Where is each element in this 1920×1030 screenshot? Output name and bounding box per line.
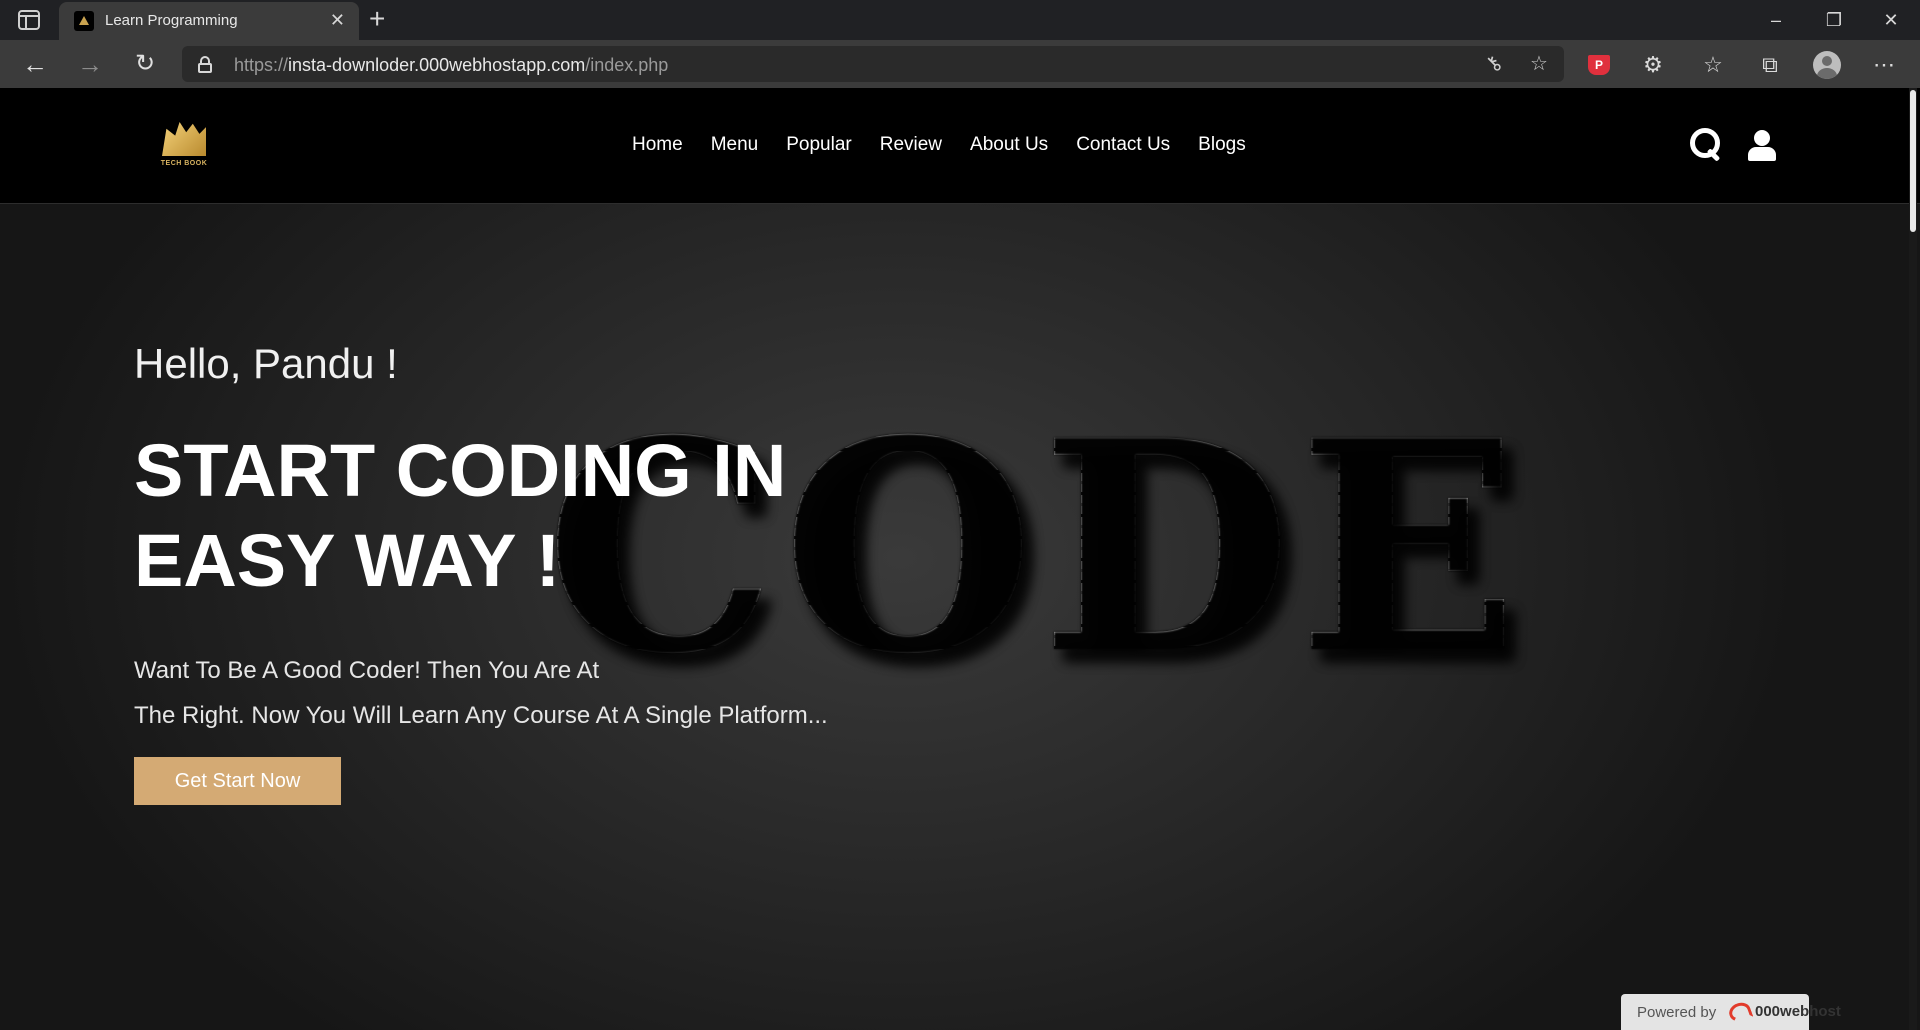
nav-link-contact-us[interactable]: Contact Us: [1076, 134, 1170, 156]
close-tab-icon[interactable]: ✕: [330, 10, 345, 30]
webhost-logo-icon: [1726, 999, 1754, 1025]
nav-link-popular[interactable]: Popular: [786, 134, 852, 156]
lock-icon[interactable]: [198, 56, 212, 73]
add-favorite-icon[interactable]: ☆: [1527, 52, 1551, 76]
site-logo[interactable]: TECH BOOK: [158, 118, 210, 172]
browser-tabbar: Learn Programming ✕ + – ❐ ✕: [0, 0, 1920, 40]
nav-link-about-us[interactable]: About Us: [970, 134, 1048, 156]
main-menu: Home Menu Popular Review About Us Contac…: [632, 134, 1246, 156]
tab-actions-icon[interactable]: [18, 10, 40, 30]
close-window-button[interactable]: ✕: [1868, 6, 1914, 34]
powered-by-brand: 000webhost: [1755, 1003, 1841, 1020]
reload-button[interactable]: ↻: [128, 48, 162, 80]
web-page: CODE CODE TECH BOOK Home Menu Popular Re…: [0, 88, 1920, 1030]
pocket-extension-icon[interactable]: P: [1586, 52, 1612, 78]
maximize-button[interactable]: ❐: [1811, 6, 1857, 34]
collections-icon[interactable]: ⧉: [1757, 52, 1783, 78]
hero-subtext: Want To Be A Good Coder! Then You Are At…: [134, 648, 934, 738]
powered-by-label: Powered by: [1637, 1004, 1717, 1021]
get-start-now-button[interactable]: Get Start Now: [134, 757, 341, 805]
profile-avatar-icon[interactable]: [1813, 51, 1841, 79]
search-icon[interactable]: [1690, 128, 1724, 162]
nav-link-menu[interactable]: Menu: [711, 134, 759, 156]
favorites-icon[interactable]: ☆: [1700, 52, 1726, 78]
powered-by-badge[interactable]: Powered by 000webhost: [1621, 994, 1841, 1030]
favicon-icon: [74, 11, 94, 31]
book-logo-icon: [162, 122, 206, 156]
user-icon[interactable]: [1748, 130, 1776, 162]
minimize-button[interactable]: –: [1753, 6, 1799, 34]
logo-text: TECH BOOK: [160, 160, 208, 167]
headline-line-1: START CODING IN: [134, 429, 787, 512]
headline-line-2: EASY WAY !: [134, 519, 561, 602]
extensions-icon[interactable]: ⚙: [1640, 52, 1666, 78]
forward-button[interactable]: →: [73, 48, 107, 80]
page-scrollbar-thumb[interactable]: [1910, 90, 1916, 232]
hero-greeting: Hello, Pandu !: [134, 340, 398, 387]
address-bar[interactable]: https://insta-downloder.000webhostapp.co…: [182, 46, 1564, 82]
back-button[interactable]: ←: [18, 48, 52, 80]
new-tab-button[interactable]: +: [369, 5, 385, 33]
nav-link-home[interactable]: Home: [632, 134, 683, 156]
password-key-icon[interactable]: ⚷: [1477, 47, 1511, 81]
nav-link-blogs[interactable]: Blogs: [1198, 134, 1246, 156]
browser-tab[interactable]: Learn Programming ✕: [59, 2, 359, 40]
subtext-line-1: Want To Be A Good Coder! Then You Are At: [134, 657, 600, 684]
url-text[interactable]: https://insta-downloder.000webhostapp.co…: [234, 55, 668, 76]
subtext-line-2: The Right. Now You Will Learn Any Course…: [134, 702, 828, 729]
more-menu-icon[interactable]: ⋯: [1871, 52, 1897, 78]
browser-toolbar: ← → ↻ https://insta-downloder.000webhost…: [0, 40, 1920, 88]
tab-title: Learn Programming: [105, 12, 238, 29]
site-navbar: TECH BOOK Home Menu Popular Review About…: [0, 88, 1920, 204]
nav-link-review[interactable]: Review: [880, 134, 942, 156]
hero-headline: START CODING IN EASY WAY !: [134, 426, 834, 606]
